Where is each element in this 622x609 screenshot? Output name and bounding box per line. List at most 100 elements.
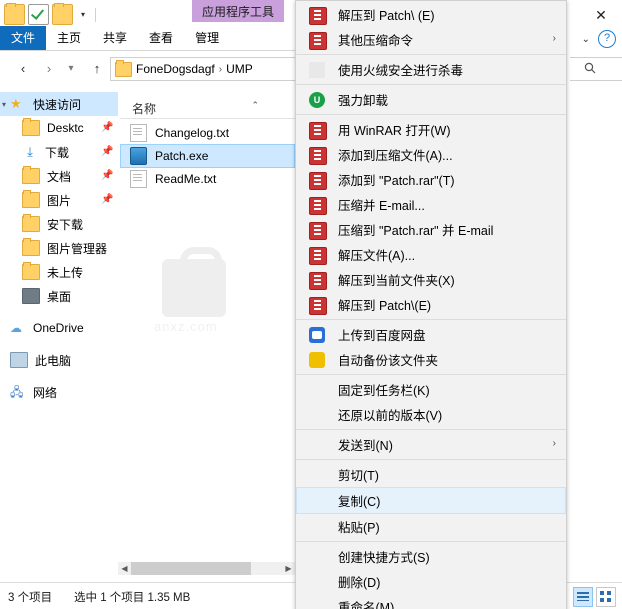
menu-item-pin-to-taskbar[interactable]: 固定到任务栏(K)	[296, 377, 566, 402]
search-input[interactable]	[570, 57, 622, 81]
folder-icon[interactable]	[4, 3, 25, 25]
tab-share[interactable]: 共享	[92, 26, 138, 50]
menu-item-paste[interactable]: 粘贴(P)	[296, 514, 566, 539]
pin-icon[interactable]: 📌	[101, 147, 113, 157]
menu-item-force-uninstall[interactable]: U 强力卸载	[296, 87, 566, 112]
chevron-down-icon[interactable]: ▾	[76, 5, 90, 24]
sidebar-item-label: 图片管理器	[47, 241, 108, 256]
menu-item-compress-and-email[interactable]: 压缩并 E-mail...	[296, 192, 566, 217]
folder-icon	[115, 59, 132, 77]
menu-item-delete[interactable]: 删除(D)	[296, 569, 566, 594]
up-button[interactable]: ↑	[88, 60, 106, 78]
close-button[interactable]: ✕	[586, 4, 616, 26]
sidebar-item-onedrive[interactable]: ☁ OneDrive	[0, 316, 118, 340]
folder-icon	[22, 238, 40, 256]
menu-item-open-with-winrar[interactable]: 用 WinRAR 打开(W)	[296, 117, 566, 142]
menu-item-rename[interactable]: 重命名(M)	[296, 594, 566, 609]
chevron-right-icon: ›	[552, 33, 556, 44]
menu-item-compress-to-patch-rar-and-email[interactable]: 压缩到 "Patch.rar" 并 E-mail	[296, 217, 566, 242]
menu-item-send-to[interactable]: 发送到(N) ›	[296, 432, 566, 457]
menu-item-extract-files[interactable]: 解压文件(A)...	[296, 242, 566, 267]
menu-item-cut[interactable]: 剪切(T)	[296, 462, 566, 487]
list-item[interactable]: ReadMe.txt	[120, 168, 295, 190]
menu-item-label: 添加到压缩文件(A)...	[338, 149, 453, 163]
chevron-down-icon[interactable]: ▾	[2, 100, 8, 109]
context-menu: 解压到 Patch\ (E) 其他压缩命令 › 使用火绒安全进行杀毒 U 强力卸…	[295, 0, 567, 609]
sidebar-item-label: 此电脑	[35, 353, 72, 368]
sidebar-item-downloads[interactable]: ⤓ 下载 📌	[0, 140, 118, 164]
menu-item-extract-to-patch[interactable]: 解压到 Patch\ (E)	[296, 2, 566, 27]
menu-item-label: 固定到任务栏(K)	[338, 384, 430, 398]
tab-file[interactable]: 文件	[0, 26, 47, 50]
winrar-icon	[309, 272, 327, 290]
sidebar-item-not-uploaded[interactable]: 未上传	[0, 260, 118, 284]
menu-item-create-shortcut[interactable]: 创建快捷方式(S)	[296, 544, 566, 569]
pin-icon[interactable]: 📌	[101, 171, 113, 181]
help-icon[interactable]: ?	[598, 30, 616, 48]
search-icon	[584, 62, 596, 74]
column-header-name[interactable]: 名称	[132, 100, 156, 117]
horizontal-scrollbar[interactable]: ◀ ▶	[118, 562, 295, 575]
menu-item-huorong-scan[interactable]: 使用火绒安全进行杀毒	[296, 57, 566, 82]
menu-item-add-to-archive[interactable]: 添加到压缩文件(A)...	[296, 142, 566, 167]
menu-item-label: 删除(D)	[338, 576, 381, 590]
sidebar-item-label: 未上传	[47, 265, 84, 280]
sidebar-item-desktop[interactable]: 桌面	[0, 284, 118, 308]
pin-icon[interactable]: 📌	[101, 195, 113, 205]
scrollbar-thumb[interactable]	[131, 562, 251, 575]
quick-access-toolbar: ▾	[4, 3, 98, 25]
sidebar-item-image-manager[interactable]: 图片管理器	[0, 236, 118, 260]
winrar-icon	[309, 147, 327, 165]
view-buttons	[573, 587, 616, 607]
menu-item-extract-to-patch-folder[interactable]: 解压到 Patch\(E)	[296, 292, 566, 317]
contextual-ribbon-tab[interactable]: 应用程序工具	[192, 0, 285, 22]
list-item-selected[interactable]: Patch.exe	[120, 144, 295, 168]
scroll-right-icon[interactable]: ▶	[282, 562, 295, 575]
forward-button[interactable]: ›	[40, 60, 58, 78]
menu-item-restore-previous-versions[interactable]: 还原以前的版本(V)	[296, 402, 566, 427]
menu-separator	[296, 429, 566, 430]
details-view-button[interactable]	[573, 587, 593, 607]
tab-view[interactable]: 查看	[138, 26, 184, 50]
breadcrumb-1[interactable]: FoneDogsdagf	[136, 62, 215, 76]
menu-item-label: 重命名(M)	[338, 601, 395, 609]
sidebar-item-this-pc[interactable]: 此电脑	[0, 348, 118, 372]
sidebar-item-desktop-pinned[interactable]: Desktc 📌	[0, 116, 118, 140]
menu-item-label: 还原以前的版本(V)	[338, 409, 443, 423]
menu-item-copy[interactable]: 复制(C)	[296, 487, 566, 514]
list-item[interactable]: Changelog.txt	[120, 122, 295, 144]
menu-item-upload-to-baidu-netdisk[interactable]: 上传到百度网盘	[296, 322, 566, 347]
winrar-icon	[309, 7, 327, 25]
sidebar-item-anxiazai[interactable]: 安下载	[0, 212, 118, 236]
large-icons-view-button[interactable]	[596, 587, 616, 607]
back-button[interactable]: ‹	[14, 60, 32, 78]
sidebar-item-quick-access[interactable]: ▾ ★ 快速访问	[0, 92, 118, 116]
menu-item-label: 其他压缩命令	[338, 34, 414, 48]
menu-item-label: 解压到 Patch\(E)	[338, 299, 432, 313]
menu-item-extract-here[interactable]: 解压到当前文件夹(X)	[296, 267, 566, 292]
chevron-down-icon[interactable]: ⌄	[582, 34, 590, 45]
menu-item-other-archive-commands[interactable]: 其他压缩命令 ›	[296, 27, 566, 52]
sidebar-item-documents[interactable]: 文档 📌	[0, 164, 118, 188]
folder-icon	[22, 262, 40, 280]
recent-locations-button[interactable]: ▾	[62, 60, 80, 78]
sidebar-item-pictures[interactable]: 图片 📌	[0, 188, 118, 212]
folder-icon	[22, 118, 40, 136]
checkbox-icon[interactable]	[28, 4, 49, 25]
breadcrumb-2[interactable]: UMP	[226, 62, 253, 76]
file-name: Changelog.txt	[155, 126, 230, 140]
scroll-left-icon[interactable]: ◀	[118, 562, 131, 575]
menu-item-label: 发送到(N)	[338, 439, 393, 453]
menu-item-label: 解压到 Patch\ (E)	[338, 9, 435, 23]
pin-icon[interactable]: 📌	[101, 123, 113, 133]
tab-manage[interactable]: 管理	[184, 26, 230, 50]
address-input[interactable]: FoneDogsdagf › UMP	[110, 57, 301, 81]
folder-icon-2[interactable]	[52, 3, 73, 25]
chevron-up-icon[interactable]: ⌃	[251, 100, 259, 111]
sidebar-item-network[interactable]: 🖧 网络	[0, 380, 118, 404]
menu-item-add-to-patch-rar[interactable]: 添加到 "Patch.rar"(T)	[296, 167, 566, 192]
tab-home[interactable]: 主页	[46, 26, 92, 50]
menu-item-auto-backup-folder[interactable]: 自动备份该文件夹	[296, 347, 566, 372]
breadcrumb-separator: ›	[218, 63, 223, 75]
menu-item-label: 使用火绒安全进行杀毒	[338, 64, 464, 78]
